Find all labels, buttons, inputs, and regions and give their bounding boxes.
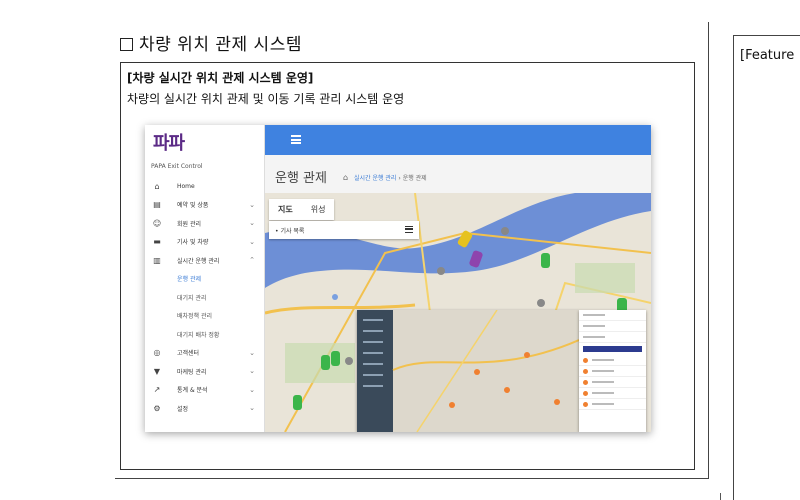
chevron-icon[interactable]: ⌄: [249, 349, 255, 357]
divider-vertical: [708, 22, 709, 478]
park-area: [285, 343, 355, 383]
sidebar-item[interactable]: ▬ 기사 및 차량 ⌄: [145, 233, 265, 252]
menu-item-icon: ▬: [153, 237, 161, 247]
sidebar-subitem[interactable]: 운행 관제: [145, 270, 265, 289]
divider-right-column: [733, 35, 734, 500]
chevron-icon[interactable]: ⌄: [249, 238, 255, 246]
box-description: 차량의 실시간 위치 관제 및 이동 기록 관리 시스템 운영: [127, 92, 405, 106]
menu-item-label: 통계 & 분석: [177, 387, 208, 395]
menu-item-label: 운행 관제: [177, 276, 201, 284]
menu-item-label: 대기지 배차 정황: [177, 331, 220, 339]
box-title: [차량 실시간 위치 관제 시스템 운영]: [127, 71, 314, 85]
menu-item-icon: ⌂: [154, 181, 160, 191]
sidebar-subitem[interactable]: 대기지 배차 정황: [145, 325, 265, 344]
inset-screenshot-list: [579, 310, 646, 432]
map-pin[interactable]: [537, 299, 545, 307]
menu-item-label: 예약 및 상품: [177, 202, 209, 210]
menu-item-label: 실시간 운행 관리: [177, 257, 220, 265]
vehicle-green[interactable]: [331, 351, 340, 366]
vehicle-green[interactable]: [541, 253, 550, 268]
map-marker: [332, 294, 338, 300]
sidebar-subitem[interactable]: 대기지 관리: [145, 288, 265, 307]
top-bar: [265, 125, 651, 155]
breadcrumb-parent[interactable]: 실시간 운행 관리: [354, 175, 396, 182]
sidebar-item[interactable]: ↗ 통계 & 분석 ⌄: [145, 381, 265, 400]
menu-item-icon: ◎: [153, 348, 161, 358]
sidebar-item[interactable]: ▥ 실시간 운행 관리 ⌃: [145, 251, 265, 270]
sidebar-item[interactable]: ▤ 예약 및 상품 ⌄: [145, 196, 265, 215]
page-title: 운행 관제: [275, 171, 327, 186]
breadcrumb-current: 운행 관제: [402, 175, 427, 182]
menu-item-label: 회원 관리: [177, 220, 201, 228]
map-pin[interactable]: [501, 227, 509, 235]
tab-map[interactable]: 지도: [269, 199, 302, 220]
tick-mark: [720, 493, 721, 500]
vehicle-green[interactable]: [321, 355, 330, 370]
inset-screenshot-map: [357, 310, 579, 432]
menu-item-label: 배차정책 관리: [177, 313, 213, 321]
chevron-icon[interactable]: ⌄: [249, 386, 255, 394]
map-pin[interactable]: [437, 267, 445, 275]
map-pin[interactable]: [345, 357, 353, 365]
sidebar: 파파 PAPA Exit Control ⌂ Home ▤ 예약 및 상품 ⌄ ☺ 회원 관…: [145, 125, 265, 432]
menu-item-label: 고객센터: [177, 350, 200, 358]
inset-map-graphic: [392, 310, 579, 432]
menu-item-label: Home: [177, 182, 195, 190]
feature-label: [Feature: [740, 48, 795, 63]
divider-top-right: [733, 35, 800, 36]
sidebar-item[interactable]: ☺ 회원 관리 ⌄: [145, 214, 265, 233]
sidebar-menu: ⌂ Home ▤ 예약 및 상품 ⌄ ☺ 회원 관리 ⌄ ▬ 기사 및 차량 ⌄ ▥ 실시간 운행 관리…: [145, 177, 265, 418]
driver-list-panel[interactable]: • 기사 목록: [269, 221, 419, 239]
menu-item-icon: ▤: [153, 200, 161, 210]
chevron-icon[interactable]: ⌄: [249, 367, 255, 375]
section-heading: 차량 위치 관제 시스템: [120, 30, 302, 55]
chevron-icon[interactable]: ⌄: [249, 201, 255, 209]
divider-horizontal: [115, 478, 709, 479]
tab-satellite[interactable]: 위성: [302, 199, 335, 220]
chevron-icon[interactable]: ⌄: [249, 219, 255, 227]
sidebar-subitem[interactable]: 배차정책 관리: [145, 307, 265, 326]
driver-list-label: • 기사 목록: [275, 228, 305, 235]
menu-item-icon: ⚙: [153, 403, 161, 413]
menu-item-label: 마케팅 관리: [177, 368, 207, 376]
breadcrumb: ⌂ 실시간 운행 관리 › 운행 관제: [343, 173, 427, 182]
menu-item-label: 기사 및 차량: [177, 239, 209, 247]
chevron-icon[interactable]: ⌄: [249, 404, 255, 412]
vehicle-green[interactable]: [293, 395, 302, 410]
menu-icon[interactable]: [291, 135, 301, 144]
checkbox-square-icon: [120, 38, 133, 51]
home-icon[interactable]: ⌂: [343, 173, 348, 182]
sidebar-item[interactable]: ▼ 마케팅 관리 ⌄: [145, 362, 265, 381]
list-menu-icon[interactable]: [405, 226, 413, 233]
sidebar-item[interactable]: ⚙ 설정 ⌄: [145, 399, 265, 418]
app-screenshot: 파파 PAPA Exit Control ⌂ Home ▤ 예약 및 상품 ⌄ ☺ 회원 관…: [145, 125, 651, 432]
app-logo: 파파: [153, 133, 185, 154]
map-type-tabs: 지도 위성: [269, 199, 335, 220]
menu-item-icon: ☺: [152, 218, 162, 228]
park-area: [575, 263, 635, 293]
menu-item-label: 설정: [177, 405, 189, 413]
menu-item-label: 대기지 관리: [177, 294, 207, 302]
app-subtitle: PAPA Exit Control: [151, 163, 203, 170]
page-header: 운행 관제 ⌂ 실시간 운행 관리 › 운행 관제: [265, 155, 651, 193]
menu-item-icon: ▼: [153, 366, 161, 376]
sidebar-item[interactable]: ◎ 고객센터 ⌄: [145, 344, 265, 363]
chevron-icon[interactable]: ⌃: [249, 256, 255, 264]
sidebar-item[interactable]: ⌂ Home: [145, 177, 265, 196]
menu-item-icon: ↗: [153, 385, 161, 395]
menu-item-icon: ▥: [153, 255, 161, 265]
